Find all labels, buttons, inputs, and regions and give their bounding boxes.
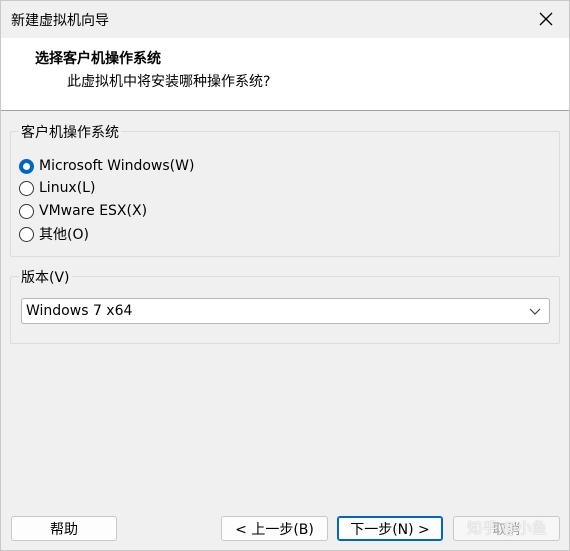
version-group-label: 版本(V) <box>19 267 72 287</box>
back-button[interactable]: < 上一步(B) <box>221 516 328 541</box>
radio-linux[interactable]: Linux(L) <box>19 177 95 199</box>
header-subtitle: 此虚拟机中将安装哪种操作系统? <box>67 74 271 90</box>
header-title: 选择客户机操作系统 <box>35 51 161 67</box>
radio-vmware-esx[interactable]: VMware ESX(X) <box>19 200 147 222</box>
version-group: 版本(V) Windows 7 x64 <box>10 267 560 344</box>
radio-other[interactable]: 其他(O) <box>19 223 89 245</box>
radio-button[interactable] <box>19 180 34 196</box>
radio-label: Microsoft Windows(W) <box>39 158 195 174</box>
wizard-header: 选择客户机操作系统 此虚拟机中将安装哪种操作系统? <box>1 38 569 111</box>
title-bar: 新建虚拟机向导 <box>1 1 569 38</box>
back-button-label: < 上一步(B) <box>235 521 314 538</box>
radio-label: 其他(O) <box>39 227 89 243</box>
radio-button[interactable] <box>19 226 34 242</box>
radio-label: Linux(L) <box>39 180 96 196</box>
radio-label: VMware ESX(X) <box>39 203 148 219</box>
radio-button[interactable] <box>19 203 34 219</box>
window-title: 新建虚拟机向导 <box>11 13 109 29</box>
help-button[interactable]: 帮助 <box>11 516 117 541</box>
cancel-button[interactable]: 取消 <box>453 516 560 541</box>
chevron-down-icon <box>529 308 541 315</box>
next-button-label: 下一步(N) > <box>350 521 430 538</box>
help-button-label: 帮助 <box>50 521 78 538</box>
new-vm-wizard-window: 新建虚拟机向导 选择客户机操作系统 此虚拟机中将安装哪种操作系统? 客户机操作系… <box>0 0 570 551</box>
close-icon <box>539 12 553 26</box>
footer-divider <box>1 509 569 510</box>
radio-button[interactable] <box>19 158 34 174</box>
radio-windows[interactable]: Microsoft Windows(W) <box>19 155 194 177</box>
version-select[interactable]: Windows 7 x64 <box>21 298 550 324</box>
cancel-button-label: 取消 <box>492 521 521 538</box>
next-button[interactable]: 下一步(N) > <box>337 516 443 541</box>
close-button[interactable] <box>531 5 561 33</box>
guest-os-group: 客户机操作系统 Microsoft Windows(W) Linux(L) VM… <box>10 122 560 257</box>
version-select-value: Windows 7 x64 <box>26 303 133 319</box>
guest-os-group-label: 客户机操作系统 <box>19 122 121 142</box>
